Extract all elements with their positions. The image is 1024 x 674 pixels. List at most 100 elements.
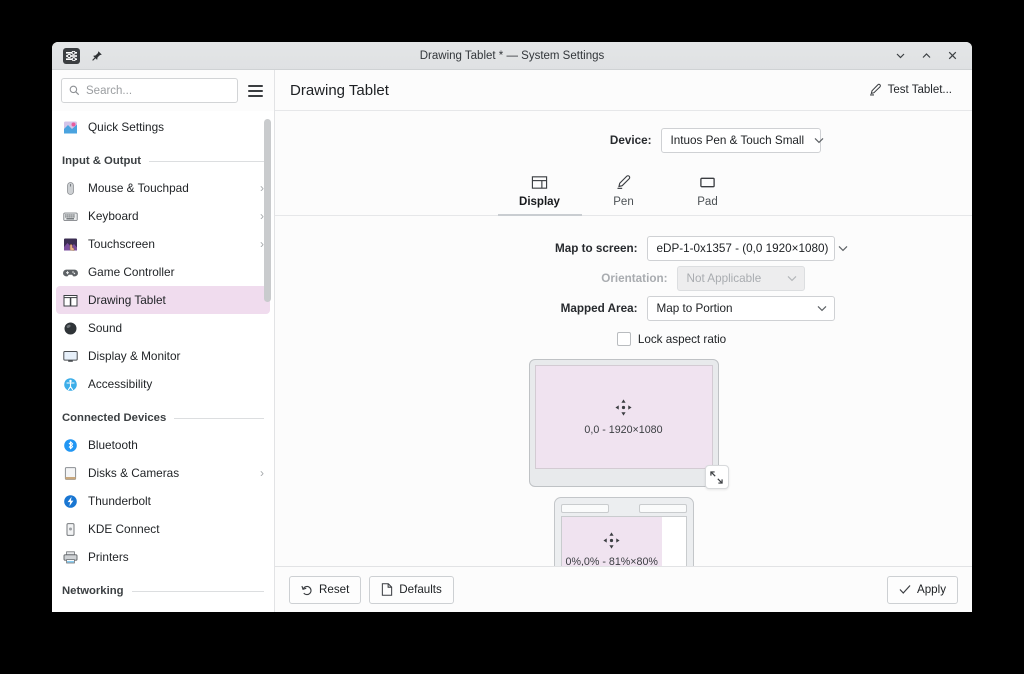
undo-icon xyxy=(301,584,313,596)
sidebar: Search... Quick Settings xyxy=(52,70,275,612)
thunderbolt-icon xyxy=(62,493,79,510)
sidebar-group-header: Input & Output xyxy=(52,148,274,174)
sidebar-item-label: Bluetooth xyxy=(88,438,264,452)
titlebar-left-icons xyxy=(58,48,105,64)
sidebar-item-label: Wi-Fi & Internet xyxy=(88,611,251,612)
tab-label: Pen xyxy=(613,196,633,208)
search-icon xyxy=(69,85,80,96)
sidebar-item-label: Quick Settings xyxy=(88,120,264,134)
main-header: Drawing Tablet Test Tablet... xyxy=(275,70,972,111)
sidebar-item-thunderbolt[interactable]: Thunderbolt xyxy=(56,487,270,515)
screen-resize-handle[interactable] xyxy=(705,465,729,489)
screen-preview: 0,0 - 1920×1080 xyxy=(529,359,719,487)
chevron-down-icon xyxy=(814,137,824,144)
lock-aspect-label: Lock aspect ratio xyxy=(638,333,726,346)
mapped-area-label: Mapped Area: xyxy=(413,302,647,315)
mapped-area-value: Map to Portion xyxy=(657,302,807,315)
settings-icon[interactable] xyxy=(63,48,80,64)
mapped-area-select[interactable]: Map to Portion xyxy=(647,296,835,321)
device-select[interactable]: Intuos Pen & Touch Small xyxy=(661,128,821,153)
minimize-button[interactable] xyxy=(893,49,907,63)
sidebar-list: Quick Settings Input & Output Mouse & To… xyxy=(52,111,274,612)
pen-icon xyxy=(868,83,882,97)
sidebar-item-touchscreen[interactable]: Touchscreen › xyxy=(56,230,270,258)
sidebar-item-game-controller[interactable]: Game Controller xyxy=(56,258,270,286)
orientation-label: Orientation: xyxy=(443,272,677,285)
tablet-surface: 0%,0% - 81%×80% xyxy=(561,516,687,566)
sidebar-item-label: Keyboard xyxy=(88,209,251,223)
pin-icon[interactable] xyxy=(88,48,105,64)
apply-button[interactable]: Apply xyxy=(887,576,958,604)
screen-mapped-region[interactable]: 0,0 - 1920×1080 xyxy=(535,365,713,469)
checkbox-box[interactable] xyxy=(617,332,631,346)
apply-label: Apply xyxy=(917,583,946,596)
sidebar-item-label: Accessibility xyxy=(88,377,264,391)
defaults-label: Defaults xyxy=(399,583,442,596)
document-icon xyxy=(381,583,393,596)
lock-aspect-checkbox[interactable]: Lock aspect ratio xyxy=(617,332,726,346)
device-row: Device: Intuos Pen & Touch Small xyxy=(275,128,972,153)
tablet-button-right xyxy=(639,504,687,513)
footer-bar: Reset Defaults Apply xyxy=(275,566,972,612)
chevron-down-icon xyxy=(817,305,827,312)
sidebar-scrollbar[interactable] xyxy=(264,119,271,604)
sidebar-item-sound[interactable]: Sound xyxy=(56,314,270,342)
sidebar-item-label: Display & Monitor xyxy=(88,349,264,363)
tab-pad[interactable]: Pad xyxy=(666,167,750,216)
tablet-mapped-region[interactable]: 0%,0% - 81%×80% xyxy=(562,517,662,566)
quick-settings-icon xyxy=(62,119,79,136)
sidebar-group-title: Networking xyxy=(62,585,124,597)
map-to-screen-select[interactable]: eDP-1-0x1357 - (0,0 1920×1080) xyxy=(647,236,835,261)
sidebar-item-label: KDE Connect xyxy=(88,522,264,536)
maximize-button[interactable] xyxy=(919,49,933,63)
sidebar-item-accessibility[interactable]: Accessibility xyxy=(56,370,270,398)
sidebar-item-bluetooth[interactable]: Bluetooth xyxy=(56,431,270,459)
search-input[interactable]: Search... xyxy=(61,78,238,103)
device-label: Device: xyxy=(427,134,661,147)
display-tab-icon xyxy=(531,174,548,191)
sidebar-item-mouse-touchpad[interactable]: Mouse & Touchpad › xyxy=(56,174,270,202)
orientation-row: Orientation: Not Applicable xyxy=(275,266,972,291)
sidebar-group-header: Connected Devices xyxy=(52,405,274,431)
sidebar-item-drawing-tablet[interactable]: Drawing Tablet xyxy=(56,286,270,314)
sidebar-item-wifi-internet[interactable]: Wi-Fi & Internet › xyxy=(56,604,270,612)
close-button[interactable] xyxy=(945,49,959,63)
window-title: Drawing Tablet * — System Settings xyxy=(52,50,972,62)
tab-label: Pad xyxy=(697,196,717,208)
sidebar-item-printers[interactable]: Printers xyxy=(56,543,270,571)
test-tablet-button[interactable]: Test Tablet... xyxy=(863,79,957,101)
move-icon[interactable] xyxy=(614,398,633,417)
sidebar-item-label: Mouse & Touchpad xyxy=(88,181,251,195)
sidebar-search-row: Search... xyxy=(52,70,274,111)
map-to-screen-value: eDP-1-0x1357 - (0,0 1920×1080) xyxy=(657,242,829,255)
resize-icon xyxy=(710,471,723,484)
orientation-value: Not Applicable xyxy=(687,272,777,285)
sidebar-item-display-monitor[interactable]: Display & Monitor xyxy=(56,342,270,370)
tab-display[interactable]: Display xyxy=(498,167,582,216)
window-body: Search... Quick Settings xyxy=(52,70,972,612)
sidebar-scrollbar-thumb[interactable] xyxy=(264,119,271,302)
sidebar-item-disks-cameras[interactable]: Disks & Cameras › xyxy=(56,459,270,487)
sidebar-item-label: Game Controller xyxy=(88,265,264,279)
sidebar-item-label: Disks & Cameras xyxy=(88,466,251,480)
divider xyxy=(149,161,264,162)
tablet-buttons xyxy=(561,504,687,513)
sidebar-item-quick-settings[interactable]: Quick Settings xyxy=(56,113,270,141)
tab-pen[interactable]: Pen xyxy=(582,167,666,216)
hamburger-icon[interactable] xyxy=(246,82,265,100)
globe-icon xyxy=(62,610,79,613)
tablet-region-label: 0%,0% - 81%×80% xyxy=(566,556,658,566)
move-icon[interactable] xyxy=(602,531,621,550)
reset-button[interactable]: Reset xyxy=(289,576,361,604)
bluetooth-icon xyxy=(62,437,79,454)
defaults-button[interactable]: Defaults xyxy=(369,576,454,604)
drawing-tablet-icon xyxy=(62,292,79,309)
touchscreen-icon xyxy=(62,236,79,253)
sidebar-item-kde-connect[interactable]: KDE Connect xyxy=(56,515,270,543)
pen-tab-icon xyxy=(615,174,632,191)
sidebar-item-keyboard[interactable]: Keyboard › xyxy=(56,202,270,230)
sidebar-group-title: Input & Output xyxy=(62,155,141,167)
sidebar-group-title: Connected Devices xyxy=(62,412,166,424)
map-to-screen-label: Map to screen: xyxy=(413,242,647,255)
sidebar-item-label: Thunderbolt xyxy=(88,494,264,508)
